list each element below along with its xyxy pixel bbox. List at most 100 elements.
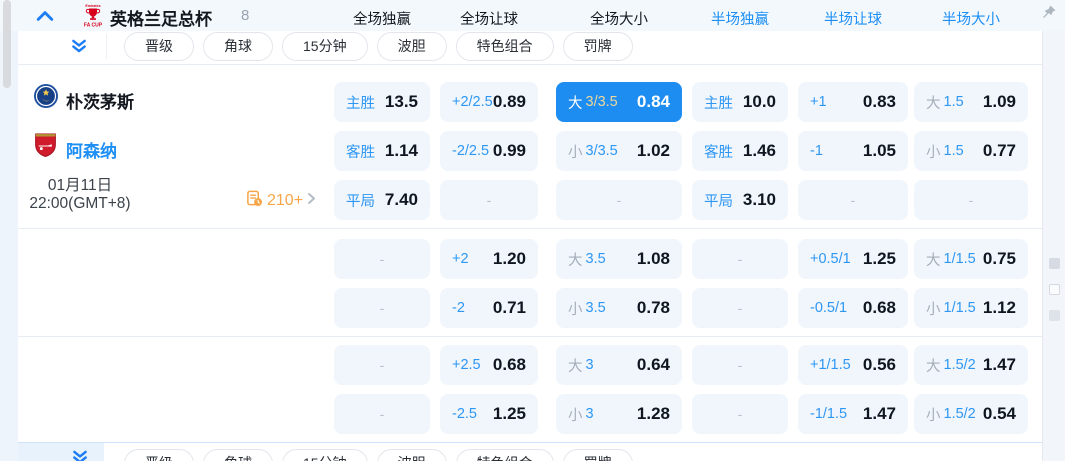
filter-pill[interactable]: 罚牌 — [562, 449, 633, 461]
filter-pill[interactable]: 角球 — [203, 449, 273, 461]
odds-label-group: +1/1.5 — [810, 357, 851, 373]
odds-label-group: +0.5/1 — [810, 251, 851, 267]
market-header[interactable]: 半场独赢 — [711, 8, 769, 29]
odds-cell[interactable]: 大 1.5 1.09 — [914, 82, 1028, 122]
empty-dash: - — [737, 406, 743, 422]
odds-cell[interactable]: -2/2.5 0.99 — [440, 131, 538, 171]
odds-cell[interactable]: 大 3/3.5 0.84 — [556, 82, 682, 122]
odds-cell[interactable]: +2/2.5 0.89 — [440, 82, 538, 122]
odds-cell[interactable]: -2.5 1.25 — [440, 394, 538, 434]
odds-label-group: 小 3/3.5 — [568, 141, 618, 162]
market-header[interactable]: 全场大小 — [590, 8, 648, 29]
odds-cell[interactable]: -2 0.71 — [440, 288, 538, 328]
over-under-prefix: 小 — [926, 301, 941, 318]
match-datetime: 01月11日 22:00(GMT+8) — [23, 177, 137, 212]
odds-value: 0.99 — [492, 141, 526, 160]
odds-cell-empty: - — [914, 180, 1028, 220]
odds-cell[interactable]: 客胜 1.46 — [692, 131, 788, 171]
empty-dash: - — [737, 357, 743, 373]
filter-pill[interactable]: 15分钟 — [282, 32, 368, 61]
odds-label-group: 小3 — [568, 404, 594, 425]
over-under-prefix: 大 — [568, 95, 583, 112]
odds-label-group: 小 1.5 — [926, 141, 964, 162]
odds-cell[interactable]: 大 3.5 1.08 — [556, 239, 682, 279]
right-rail-tool-icon[interactable] — [1049, 258, 1060, 269]
filter-pill[interactable]: 晋级 — [124, 449, 194, 461]
odds-cell[interactable]: 主胜 13.5 — [334, 82, 430, 122]
market-header[interactable]: 半场让球 — [824, 8, 882, 29]
away-team-crest-icon — [33, 132, 58, 164]
over-under-prefix: 小 — [926, 407, 941, 424]
filter-pill[interactable]: 特色组合 — [455, 449, 554, 461]
odds-label-group: -2/2.5 — [452, 143, 489, 159]
odds-cell[interactable]: +2 1.20 — [440, 239, 538, 279]
odds-line-label: 1.5 — [943, 143, 964, 159]
odds-cell-empty: - — [556, 180, 682, 220]
market-header[interactable]: 半场大小 — [942, 8, 1000, 29]
filter-pill[interactable]: 波胆 — [376, 449, 447, 461]
odds-cell[interactable]: +0.5/1 1.25 — [798, 239, 908, 279]
odds-cell[interactable]: 客胜 1.14 — [334, 131, 430, 171]
home-team-row[interactable]: 朴茨茅斯 — [20, 83, 320, 123]
divider — [18, 336, 1042, 337]
odds-cell[interactable]: +2.5 0.68 — [440, 345, 538, 385]
odds-label-group: 大 1.5/2 — [926, 355, 976, 376]
odds-value: 1.47 — [862, 404, 896, 423]
odds-cell[interactable]: 主胜 10.0 — [692, 82, 788, 122]
odds-cell[interactable]: -1/1.5 1.47 — [798, 394, 908, 434]
right-rail — [1042, 31, 1065, 461]
odds-cell[interactable]: +1/1.5 0.56 — [798, 345, 908, 385]
odds-cell[interactable]: 小 3/3.5 1.02 — [556, 131, 682, 171]
odds-value: 1.08 — [636, 249, 670, 268]
odds-line-label: 客胜 — [704, 144, 733, 161]
odds-label-group: 小 1.5/2 — [926, 404, 976, 425]
odds-cell[interactable]: 小 3.5 0.78 — [556, 288, 682, 328]
filter-pill[interactable]: 15分钟 — [282, 449, 368, 461]
odds-line-label: -0.5/1 — [810, 300, 848, 316]
odds-cell[interactable]: -0.5/1 0.68 — [798, 288, 908, 328]
filter-pill[interactable]: 特色组合 — [455, 32, 554, 61]
right-rail-tool-icon[interactable] — [1049, 310, 1060, 321]
odds-cell-empty: - — [334, 345, 430, 385]
filter-pill[interactable]: 波胆 — [376, 32, 447, 61]
filter-pill[interactable]: 角球 — [203, 32, 273, 61]
odds-cell[interactable]: 平局 7.40 — [334, 180, 430, 220]
odds-cell[interactable]: -1 1.05 — [798, 131, 908, 171]
odds-label-group: -1/1.5 — [810, 406, 847, 422]
odds-cell[interactable]: +1 0.83 — [798, 82, 908, 122]
odds-line-label: 3.5 — [585, 251, 606, 267]
stats-doc-clock-icon — [246, 190, 263, 212]
filter-pill[interactable]: 晋级 — [124, 32, 194, 61]
odds-cell[interactable]: 小 1.5 0.77 — [914, 131, 1028, 171]
market-header[interactable]: 全场独赢 — [353, 8, 411, 29]
pin-button[interactable] — [1041, 4, 1057, 20]
more-markets-link[interactable]: 210+ — [246, 190, 316, 212]
odds-label-group: -2.5 — [452, 406, 477, 422]
scrollbar-thumb[interactable] — [3, 0, 11, 88]
odds-value: 0.64 — [636, 355, 670, 374]
over-under-prefix: 小 — [568, 301, 583, 318]
right-rail-tool-icon[interactable] — [1049, 284, 1060, 295]
odds-cell[interactable]: 大 3 0.64 — [556, 345, 682, 385]
odds-cell[interactable]: 小 1.5/2 0.54 — [914, 394, 1028, 434]
odds-cell[interactable]: 小 1/1.5 1.12 — [914, 288, 1028, 328]
odds-cell[interactable]: 大 1.5/2 1.47 — [914, 345, 1028, 385]
market-header[interactable]: 全场让球 — [460, 8, 518, 29]
expand-all-button[interactable] — [71, 448, 89, 461]
odds-cell[interactable]: 小 3 1.28 — [556, 394, 682, 434]
odds-value: 10.0 — [742, 92, 776, 111]
away-team-row[interactable]: 阿森纳 — [20, 132, 320, 172]
odds-cell[interactable]: 平局 3.10 — [692, 180, 788, 220]
odds-value: 0.71 — [492, 298, 526, 317]
odds-line-label: +0.5/1 — [810, 251, 851, 267]
odds-cell[interactable]: 大 1/1.5 0.75 — [914, 239, 1028, 279]
more-markets-count: 210+ — [267, 192, 304, 209]
over-under-prefix: 大 — [926, 252, 941, 269]
expand-all-button[interactable] — [70, 37, 88, 55]
odds-value: 0.56 — [862, 355, 896, 374]
collapse-league-button[interactable] — [36, 9, 54, 23]
odds-line-label: +1 — [810, 94, 827, 110]
odds-label-group: 大 1/1.5 — [926, 249, 976, 270]
filter-pill[interactable]: 罚牌 — [562, 32, 633, 61]
logo-line-1: Emirates — [85, 4, 100, 8]
